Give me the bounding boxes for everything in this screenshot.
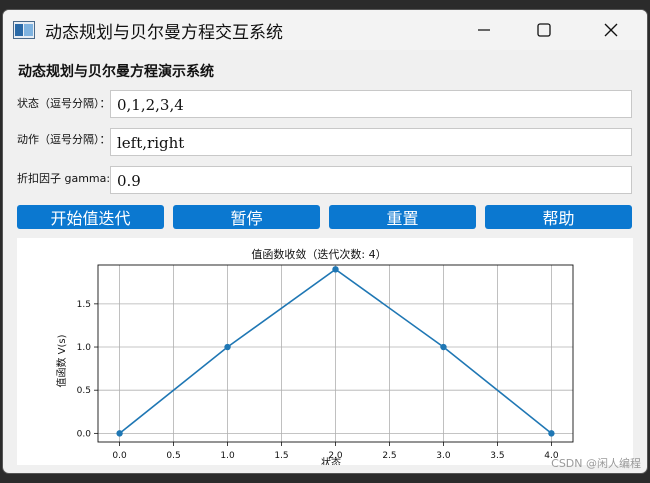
x-tick-label: 1.0 xyxy=(220,451,235,461)
data-point xyxy=(548,430,555,437)
pause-button[interactable]: 暂停 xyxy=(173,205,320,229)
chart-title: 值函数收敛（迭代次数: 4） xyxy=(251,247,386,261)
window-title: 动态规划与贝尔曼方程交互系统 xyxy=(45,23,283,43)
plot-panel: 值函数收敛（迭代次数: 4） 状态 值函数 V(s) 0.0 0.5 1.0 1.5 2… xyxy=(17,238,633,469)
data-point xyxy=(224,343,231,351)
y-tick-label: 0.0 xyxy=(77,429,92,439)
reset-button[interactable]: 重置 xyxy=(329,205,476,229)
help-button[interactable]: 帮助 xyxy=(485,205,632,229)
x-tick-label: 2.0 xyxy=(328,451,343,461)
x-tick-label: 3.0 xyxy=(436,451,451,461)
value-function-chart: 值函数收敛（迭代次数: 4） 状态 值函数 V(s) 0.0 0.5 1.0 1.5 2… xyxy=(55,247,574,469)
x-tick-label: 1.5 xyxy=(274,451,288,461)
x-tick-label: 2.5 xyxy=(382,451,396,461)
states-input[interactable]: 0,1,2,3,4 xyxy=(110,90,632,118)
actions-input[interactable]: left,right xyxy=(110,128,632,156)
y-tick-label: 1.0 xyxy=(77,343,92,353)
data-point xyxy=(440,343,447,351)
y-tick-label: 0.5 xyxy=(77,386,91,396)
states-label: 状态（逗号分隔）： xyxy=(17,97,111,110)
y-tick-label: 1.5 xyxy=(77,300,91,310)
watermark: CSDN @闲人编程 xyxy=(551,457,641,470)
gamma-input[interactable]: 0.9 xyxy=(110,166,632,194)
chart-ylabel: 值函数 V(s) xyxy=(55,334,68,387)
page-title: 动态规划与贝尔曼方程演示系统 xyxy=(18,64,214,80)
actions-label: 动作（逗号分隔）： xyxy=(17,133,111,146)
app-window: 动态规划与贝尔曼方程交互系统 动态规划与贝尔曼方程演示系统 状态（逗号分隔）： … xyxy=(3,10,647,473)
data-point xyxy=(116,430,123,437)
x-tick-label: 0.0 xyxy=(112,451,127,461)
data-point xyxy=(332,266,339,273)
gamma-label: 折扣因子 gamma: xyxy=(17,172,111,185)
app-icon xyxy=(13,21,35,39)
x-tick-label: 3.5 xyxy=(490,451,504,461)
close-icon[interactable] xyxy=(588,10,634,50)
start-iteration-button[interactable]: 开始值迭代 xyxy=(17,205,164,229)
minimize-icon[interactable] xyxy=(461,10,507,50)
maximize-icon[interactable] xyxy=(521,10,567,50)
x-tick-label: 0.5 xyxy=(166,451,180,461)
title-bar: 动态规划与贝尔曼方程交互系统 xyxy=(3,10,647,50)
